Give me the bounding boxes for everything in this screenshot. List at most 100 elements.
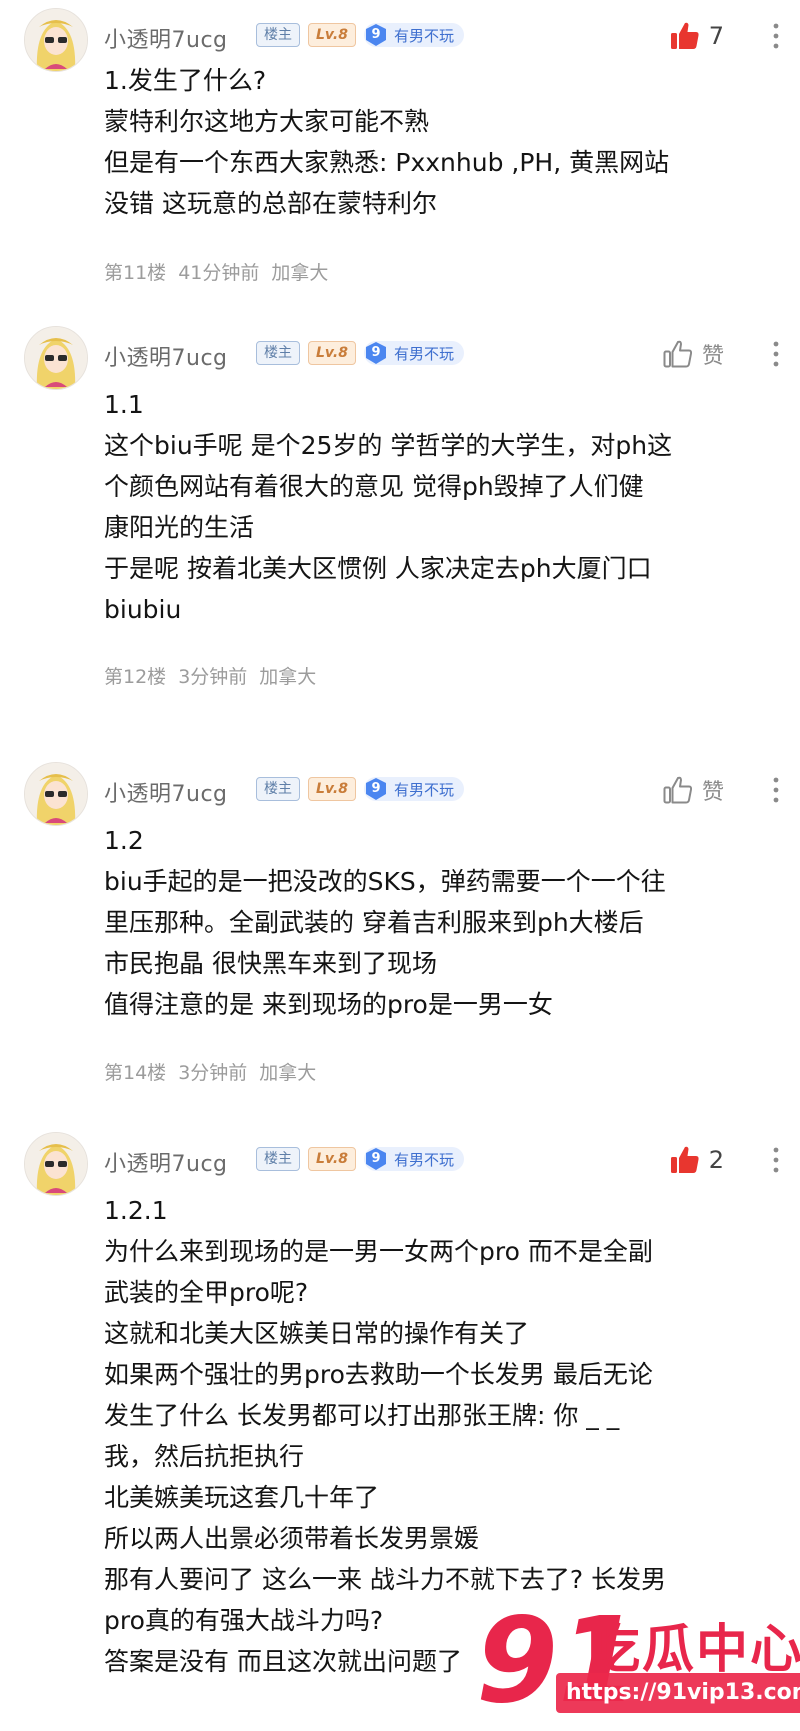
fan-badge[interactable]: 9 有男不玩 xyxy=(363,1147,464,1171)
username[interactable]: 小透明7ucg xyxy=(104,1146,228,1178)
level-badge: Lv.8 xyxy=(308,23,356,47)
comment-item: 小透明7ucg 楼主 Lv.8 9 有男不玩 赞 xyxy=(0,318,800,698)
level-badge: Lv.8 xyxy=(308,777,356,801)
fan-level-number: 9 xyxy=(371,345,381,360)
fan-level-icon: 9 xyxy=(364,23,388,47)
more-options-icon[interactable] xyxy=(768,18,784,54)
post-location: 加拿大 xyxy=(271,262,329,284)
comment-line: 但是有一个东西大家熟悉: Pxxnhub ,PH, 黄黑网站 xyxy=(104,148,670,177)
comment-line: 这就和北美大区嫉美日常的操作有关了 xyxy=(104,1319,530,1348)
fan-badge[interactable]: 9 有男不玩 xyxy=(363,23,464,47)
fan-level-icon: 9 xyxy=(364,1147,388,1171)
comment-line: 北美嫉美玩这套几十年了 xyxy=(104,1483,380,1512)
comment-line: 值得注意的是 来到现场的pro是一男一女 xyxy=(104,990,553,1019)
like-label: 赞 xyxy=(701,344,724,369)
like-button[interactable]: 赞 xyxy=(662,772,724,808)
level-badge: Lv.8 xyxy=(308,1147,356,1171)
watermark-title: 吃瓜中心 xyxy=(588,1620,800,1680)
avatar[interactable] xyxy=(24,1132,88,1196)
comment-line: 如果两个强壮的男pro去救助一个长发男 最后无论 xyxy=(104,1360,653,1389)
fan-badge-label: 有男不玩 xyxy=(393,26,454,45)
fan-badge-label: 有男不玩 xyxy=(393,1150,454,1169)
site-watermark: 91 吃瓜中心 https://91vip13.com xyxy=(470,1583,800,1731)
comment-line: biu手起的是一把没改的SKS，弹药需要一个一个往 xyxy=(104,867,666,896)
post-time: 3分钟前 xyxy=(178,666,248,688)
floor-number: 第12楼 xyxy=(104,666,167,688)
comment-line: 康阳光的生活 xyxy=(104,513,255,542)
fan-badge-label: 有男不玩 xyxy=(393,780,454,799)
thumbs-up-filled-icon xyxy=(670,1146,699,1173)
comment-line: 1.2 xyxy=(104,826,144,855)
comment-header: 小透明7ucg 楼主 Lv.8 9 有男不玩 2 xyxy=(24,1132,784,1196)
comment-meta: 第11楼 41分钟前 加拿大 xyxy=(104,258,328,285)
like-count: 2 xyxy=(708,1146,724,1174)
comment-header: 小透明7ucg 楼主 Lv.8 9 有男不玩 7 xyxy=(24,8,784,72)
comment-line: 为什么来到现场的是一男一女两个pro 而不是全副 xyxy=(104,1237,653,1266)
fan-level-icon: 9 xyxy=(364,341,388,365)
comment-body: 1.1 这个biu手呢 是个25岁的 学哲学的大学生，对ph这 个颜色网站有着很… xyxy=(104,384,784,630)
comment-line: 发生了什么 长发男都可以打出那张王牌: 你 _ _ xyxy=(104,1401,620,1430)
fan-badge[interactable]: 9 有男不玩 xyxy=(363,777,464,801)
post-time: 41分钟前 xyxy=(178,262,260,284)
comment-line: 这个biu手呢 是个25岁的 学哲学的大学生，对ph这 xyxy=(104,431,673,460)
more-options-icon[interactable] xyxy=(768,772,784,808)
comment-header: 小透明7ucg 楼主 Lv.8 9 有男不玩 赞 xyxy=(24,326,784,390)
comment-meta: 第12楼 3分钟前 加拿大 xyxy=(104,662,316,689)
username[interactable]: 小透明7ucg xyxy=(104,22,228,54)
post-time: 3分钟前 xyxy=(178,1062,248,1084)
like-button[interactable]: 7 xyxy=(669,18,724,54)
comment-line: biubiu xyxy=(104,595,182,624)
user-badges: 楼主 Lv.8 9 有男不玩 xyxy=(256,340,464,366)
like-label: 赞 xyxy=(701,780,724,805)
floor-number: 第14楼 xyxy=(104,1062,167,1084)
fan-badge-label: 有男不玩 xyxy=(393,344,454,363)
user-badges: 楼主 Lv.8 9 有男不玩 xyxy=(256,1146,464,1172)
fan-badge[interactable]: 9 有男不玩 xyxy=(363,341,464,365)
floor-number: 第11楼 xyxy=(104,262,167,284)
fan-level-number: 9 xyxy=(371,27,381,42)
comment-line: 没错 这玩意的总部在蒙特利尔 xyxy=(104,189,437,218)
fan-level-number: 9 xyxy=(371,1151,381,1166)
comment-line: 个颜色网站有着很大的意见 觉得ph毁掉了人们健 xyxy=(104,472,644,501)
comment-line: 武装的全甲pro呢? xyxy=(104,1278,309,1307)
watermark-url: https://91vip13.com xyxy=(556,1673,800,1713)
comment-body: 1.2 biu手起的是一把没改的SKS，弹药需要一个一个往 里压那种。全副武装的… xyxy=(104,820,784,1025)
post-location: 加拿大 xyxy=(259,666,317,688)
comment-item: 小透明7ucg 楼主 Lv.8 9 有男不玩 7 1.发生了什么? 蒙特利尔这地… xyxy=(0,0,800,284)
comment-line: 所以两人出景必须带着长发男景媛 xyxy=(104,1524,480,1553)
more-options-icon[interactable] xyxy=(768,336,784,372)
op-badge: 楼主 xyxy=(256,1147,300,1171)
thumbs-up-outline-icon xyxy=(663,776,693,804)
username[interactable]: 小透明7ucg xyxy=(104,340,228,372)
comment-line: 市民抱晶 很快黑车来到了现场 xyxy=(104,949,437,978)
username[interactable]: 小透明7ucg xyxy=(104,776,228,808)
fan-level-icon: 9 xyxy=(364,777,388,801)
comment-line: 我，然后抗拒执行 xyxy=(104,1442,305,1471)
comment-body: 1.发生了什么? 蒙特利尔这地方大家可能不熟 但是有一个东西大家熟悉: Pxxn… xyxy=(104,60,784,224)
like-button[interactable]: 赞 xyxy=(662,336,724,372)
level-badge: Lv.8 xyxy=(308,341,356,365)
comment-line: 蒙特利尔这地方大家可能不熟 xyxy=(104,107,430,136)
comment-line: 里压那种。全副武装的 穿着吉利服来到ph大楼后 xyxy=(104,908,644,937)
like-count: 7 xyxy=(708,22,724,50)
like-button[interactable]: 2 xyxy=(669,1142,724,1178)
comment-header: 小透明7ucg 楼主 Lv.8 9 有男不玩 赞 xyxy=(24,762,784,826)
post-location: 加拿大 xyxy=(259,1062,317,1084)
op-badge: 楼主 xyxy=(256,341,300,365)
comment-line: 1.2.1 xyxy=(104,1196,168,1225)
comment-item: 小透明7ucg 楼主 Lv.8 9 有男不玩 赞 xyxy=(0,754,800,1084)
more-options-icon[interactable] xyxy=(768,1142,784,1178)
avatar[interactable] xyxy=(24,762,88,826)
comment-line: 1.发生了什么? xyxy=(104,66,267,95)
comment-line: 1.1 xyxy=(104,390,144,419)
user-badges: 楼主 Lv.8 9 有男不玩 xyxy=(256,22,464,48)
avatar[interactable] xyxy=(24,8,88,72)
user-badges: 楼主 Lv.8 9 有男不玩 xyxy=(256,776,464,802)
fan-level-number: 9 xyxy=(371,781,381,796)
op-badge: 楼主 xyxy=(256,777,300,801)
comment-thread: 小透明7ucg 楼主 Lv.8 9 有男不玩 7 1.发生了什么? 蒙特利尔这地… xyxy=(0,0,800,1731)
avatar[interactable] xyxy=(24,326,88,390)
comment-meta: 第14楼 3分钟前 加拿大 xyxy=(104,1058,316,1085)
thumbs-up-outline-icon xyxy=(663,340,693,368)
op-badge: 楼主 xyxy=(256,23,300,47)
